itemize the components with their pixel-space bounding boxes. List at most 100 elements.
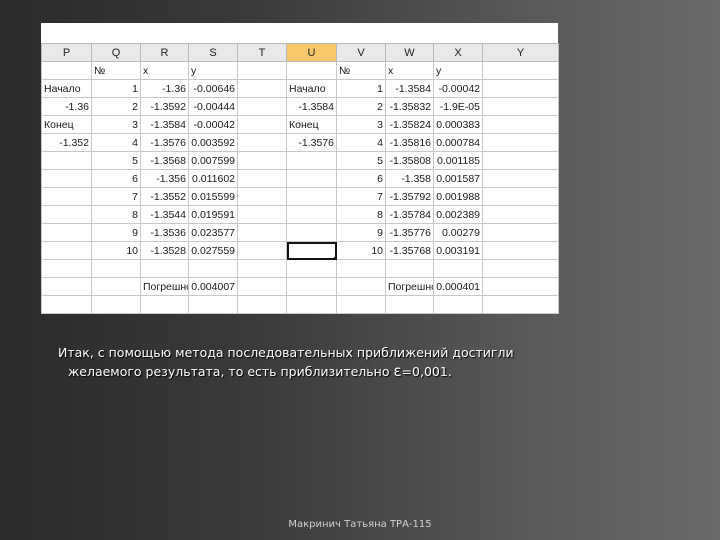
table-cell[interactable] bbox=[433, 295, 483, 314]
table-cell[interactable] bbox=[286, 295, 337, 314]
table-cell[interactable]: 4 bbox=[336, 133, 386, 152]
table-cell[interactable]: 5 bbox=[336, 151, 386, 170]
table-cell[interactable]: 8 bbox=[336, 205, 386, 224]
table-cell[interactable] bbox=[482, 133, 559, 152]
table-cell[interactable]: y bbox=[188, 61, 238, 80]
table-cell[interactable]: -1.35776 bbox=[385, 223, 434, 242]
table-cell[interactable] bbox=[336, 295, 386, 314]
table-cell[interactable]: Погрешность bbox=[385, 277, 434, 296]
table-cell[interactable] bbox=[286, 205, 337, 224]
table-cell[interactable] bbox=[41, 151, 92, 170]
table-cell[interactable] bbox=[385, 259, 434, 278]
table-cell[interactable]: -1.3568 bbox=[140, 151, 189, 170]
table-cell[interactable] bbox=[286, 169, 337, 188]
table-cell[interactable]: 0.000383 bbox=[433, 115, 483, 134]
table-cell[interactable] bbox=[482, 61, 559, 80]
table-cell[interactable] bbox=[237, 187, 287, 206]
table-cell[interactable]: x bbox=[140, 61, 189, 80]
table-cell[interactable]: -1.35808 bbox=[385, 151, 434, 170]
table-cell[interactable]: 3 bbox=[91, 115, 141, 134]
table-cell[interactable]: -1.35792 bbox=[385, 187, 434, 206]
table-cell[interactable]: 0.00279 bbox=[433, 223, 483, 242]
table-cell[interactable]: -0.00042 bbox=[433, 79, 483, 98]
table-cell[interactable] bbox=[140, 259, 189, 278]
table-cell[interactable]: -1.3544 bbox=[140, 205, 189, 224]
column-header-v[interactable]: V bbox=[336, 43, 386, 62]
table-cell[interactable]: 2 bbox=[91, 97, 141, 116]
table-cell[interactable] bbox=[237, 277, 287, 296]
table-cell[interactable]: 9 bbox=[336, 223, 386, 242]
table-cell[interactable] bbox=[41, 241, 92, 260]
table-cell[interactable]: 0.019591 bbox=[188, 205, 238, 224]
table-cell[interactable]: -1.356 bbox=[140, 169, 189, 188]
table-cell[interactable] bbox=[336, 277, 386, 296]
table-cell[interactable] bbox=[336, 259, 386, 278]
table-cell[interactable]: 0.001988 bbox=[433, 187, 483, 206]
table-cell[interactable] bbox=[482, 295, 559, 314]
table-cell[interactable]: -1.358 bbox=[385, 169, 434, 188]
table-cell[interactable] bbox=[482, 115, 559, 134]
table-cell[interactable]: 3 bbox=[336, 115, 386, 134]
table-cell[interactable]: -1.36 bbox=[41, 97, 92, 116]
table-cell[interactable] bbox=[237, 133, 287, 152]
table-cell[interactable]: 6 bbox=[336, 169, 386, 188]
table-cell[interactable]: 0.007599 bbox=[188, 151, 238, 170]
table-cell[interactable]: 0.027559 bbox=[188, 241, 238, 260]
table-cell[interactable]: 0.000401 bbox=[433, 277, 483, 296]
column-header-p[interactable]: P bbox=[41, 43, 92, 62]
table-cell[interactable]: 1 bbox=[336, 79, 386, 98]
table-cell[interactable]: -1.9E-05 bbox=[433, 97, 483, 116]
table-cell[interactable] bbox=[237, 97, 287, 116]
table-cell[interactable] bbox=[482, 97, 559, 116]
table-cell[interactable]: Конец bbox=[41, 115, 92, 134]
table-cell[interactable] bbox=[237, 295, 287, 314]
table-cell[interactable] bbox=[237, 61, 287, 80]
table-cell[interactable]: 5 bbox=[91, 151, 141, 170]
table-cell[interactable]: 0.011602 bbox=[188, 169, 238, 188]
table-cell[interactable] bbox=[237, 169, 287, 188]
table-cell[interactable] bbox=[41, 277, 92, 296]
table-cell[interactable] bbox=[286, 223, 337, 242]
table-cell[interactable]: -0.00444 bbox=[188, 97, 238, 116]
table-cell[interactable] bbox=[385, 295, 434, 314]
table-cell[interactable] bbox=[237, 115, 287, 134]
table-cell[interactable]: № bbox=[336, 61, 386, 80]
table-cell[interactable] bbox=[41, 205, 92, 224]
table-cell[interactable]: -1.3584 bbox=[385, 79, 434, 98]
table-cell[interactable]: -1.3576 bbox=[140, 133, 189, 152]
table-cell[interactable]: Начало bbox=[286, 79, 337, 98]
table-cell[interactable]: -1.3552 bbox=[140, 187, 189, 206]
table-cell[interactable]: 9 bbox=[91, 223, 141, 242]
table-cell[interactable]: -1.3576 bbox=[286, 133, 337, 152]
table-cell[interactable]: Конец bbox=[286, 115, 337, 134]
table-cell[interactable]: Погрешность bbox=[140, 277, 189, 296]
table-cell[interactable] bbox=[188, 259, 238, 278]
table-cell[interactable] bbox=[91, 277, 141, 296]
table-cell[interactable]: x bbox=[385, 61, 434, 80]
column-header-q[interactable]: Q bbox=[91, 43, 141, 62]
table-cell[interactable] bbox=[482, 151, 559, 170]
table-cell[interactable]: -0.00646 bbox=[188, 79, 238, 98]
table-cell[interactable] bbox=[482, 241, 559, 260]
table-cell[interactable] bbox=[237, 259, 287, 278]
table-cell[interactable] bbox=[482, 259, 559, 278]
column-header-u[interactable]: U bbox=[286, 43, 337, 62]
table-cell[interactable]: -1.3584 bbox=[286, 97, 337, 116]
table-cell[interactable]: 4 bbox=[91, 133, 141, 152]
table-cell[interactable]: y bbox=[433, 61, 483, 80]
table-cell[interactable] bbox=[482, 169, 559, 188]
table-cell[interactable] bbox=[237, 205, 287, 224]
table-cell[interactable]: -1.35824 bbox=[385, 115, 434, 134]
table-cell[interactable] bbox=[286, 277, 337, 296]
column-header-x[interactable]: X bbox=[433, 43, 483, 62]
table-cell[interactable] bbox=[237, 151, 287, 170]
table-cell[interactable] bbox=[188, 295, 238, 314]
table-cell[interactable] bbox=[482, 205, 559, 224]
table-cell[interactable] bbox=[41, 295, 92, 314]
table-cell[interactable]: 10 bbox=[91, 241, 141, 260]
table-cell[interactable] bbox=[433, 259, 483, 278]
table-cell[interactable]: 0.015599 bbox=[188, 187, 238, 206]
table-cell[interactable] bbox=[237, 223, 287, 242]
table-cell[interactable]: -1.3536 bbox=[140, 223, 189, 242]
table-cell[interactable]: 7 bbox=[91, 187, 141, 206]
